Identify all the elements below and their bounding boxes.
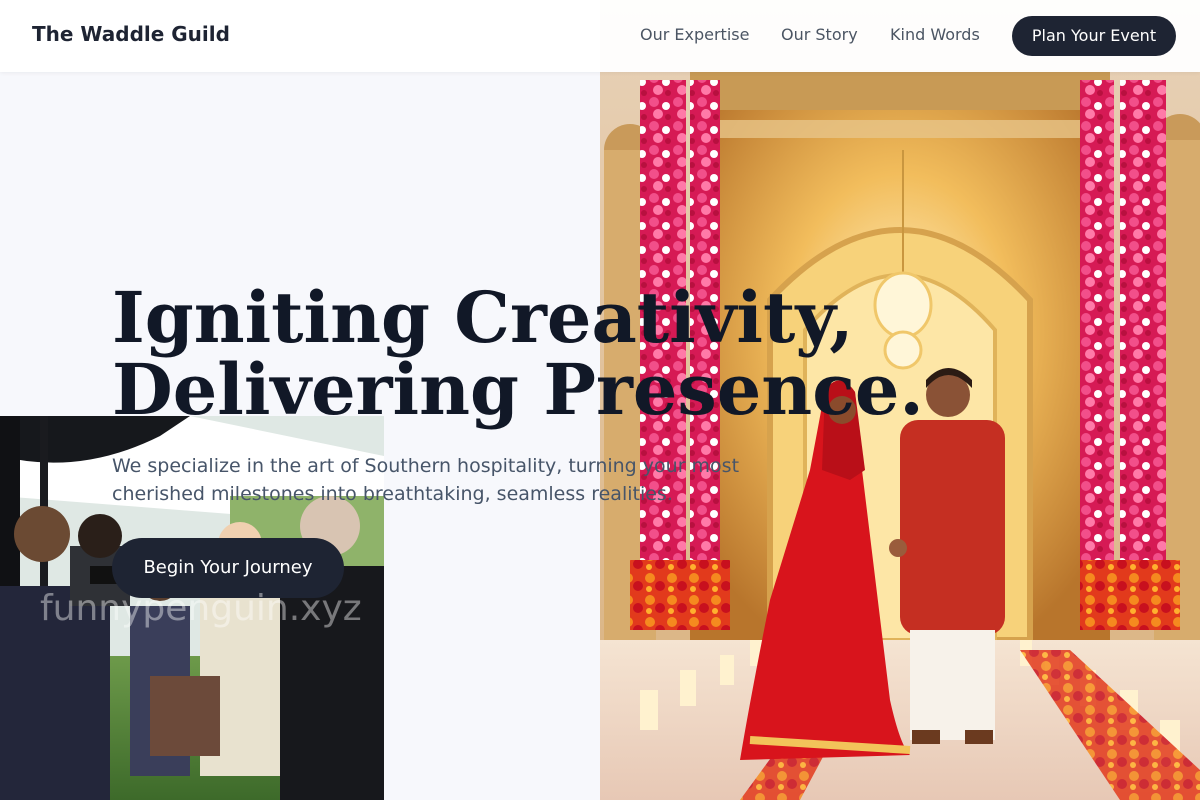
- hero-headline-line-1: Igniting Creativity,: [112, 276, 854, 359]
- plan-your-event-button[interactable]: Plan Your Event: [1012, 16, 1176, 56]
- top-navbar: The Waddle Guild Our Expertise Our Story…: [0, 0, 1200, 72]
- nav-link-our-story[interactable]: Our Story: [781, 25, 858, 44]
- hero-headline-line-2: Delivering Presence.: [112, 348, 924, 431]
- nav-link-our-expertise[interactable]: Our Expertise: [640, 25, 749, 44]
- brand-logo[interactable]: The Waddle Guild: [32, 22, 230, 46]
- hero-subtitle: We specialize in the art of Southern hos…: [112, 455, 740, 505]
- hero-headline: Igniting Creativity, Delivering Presence…: [112, 276, 924, 431]
- watermark-text: funnypenguin.xyz: [40, 588, 362, 629]
- nav-link-kind-words[interactable]: Kind Words: [890, 25, 980, 44]
